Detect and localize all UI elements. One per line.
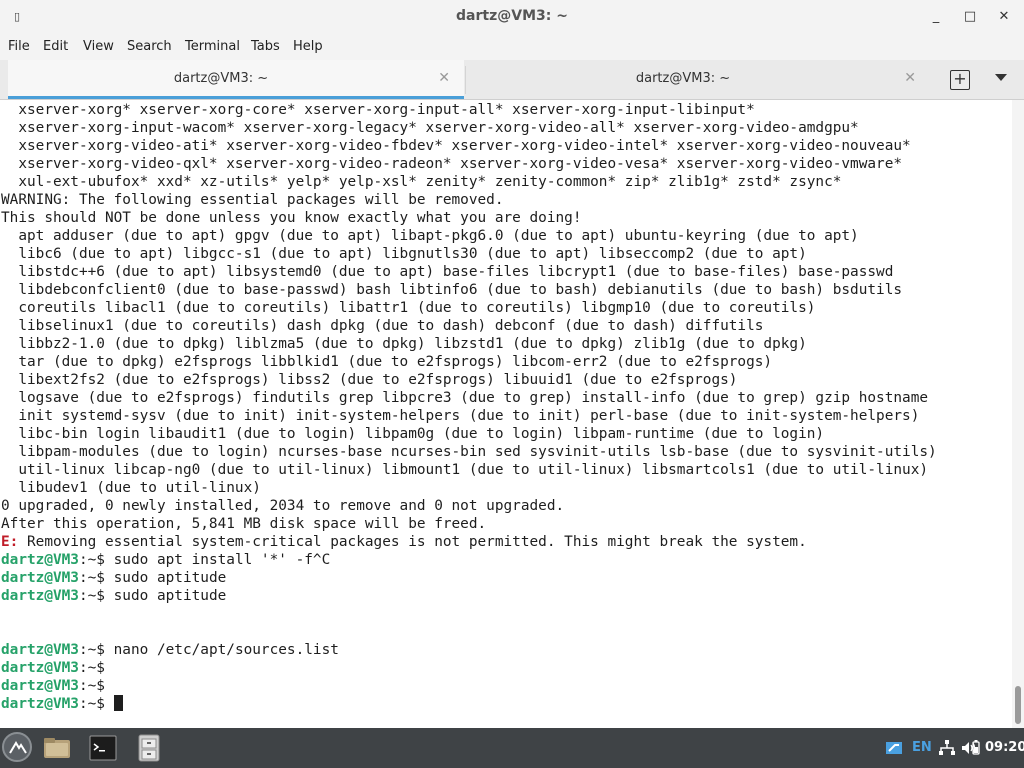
error-message: Removing essential system-critical packa… <box>18 534 807 550</box>
output-line: init systemd-sysv (due to init) init-sys… <box>1 408 920 424</box>
menu-file[interactable]: File <box>8 39 30 54</box>
prompt-line: dartz@VM3:~$ sudo aptitude <box>1 569 226 587</box>
prompt-path: :~$ <box>78 696 105 712</box>
language-indicator[interactable]: EN <box>912 740 932 755</box>
tab-list-dropdown-icon[interactable] <box>995 74 1007 81</box>
prompt-path: :~$ <box>78 588 105 604</box>
output-line: apt adduser (due to apt) gpgv (due to ap… <box>1 228 859 244</box>
file-cabinet-icon[interactable] <box>134 732 164 764</box>
prompt-line: dartz@VM3:~$ <box>1 695 123 713</box>
menu-edit[interactable]: Edit <box>43 39 68 54</box>
output-line: xserver-xorg-video-qxl* xserver-xorg-vid… <box>1 156 903 172</box>
tab-1-close-icon[interactable]: ✕ <box>438 70 450 86</box>
output-line: libc-bin login libaudit1 (due to login) … <box>1 426 825 442</box>
terminal-app-icon[interactable] <box>88 732 118 764</box>
error-prefix: E: <box>1 534 19 550</box>
output-line: xul-ext-ubufox* xxd* xz-utils* yelp* yel… <box>1 174 842 190</box>
keyboard-layout-icon[interactable] <box>884 738 904 758</box>
output-line: After this operation, 5,841 MB disk spac… <box>1 516 487 532</box>
menu-search[interactable]: Search <box>127 39 172 54</box>
output-line: libbz2-1.0 (due to dpkg) liblzma5 (due t… <box>1 336 807 352</box>
maximize-button[interactable]: □ <box>960 7 980 27</box>
output-line: coreutils libacl1 (due to coreutils) lib… <box>1 300 816 316</box>
output-line: xserver-xorg* xserver-xorg-core* xserver… <box>1 102 755 118</box>
prompt-path: :~$ <box>78 678 105 694</box>
menu-bar: File Edit View Search Terminal Tabs Help <box>0 34 1024 60</box>
prompt-path: :~$ <box>78 570 105 586</box>
tab-2-close-icon[interactable]: ✕ <box>904 70 916 86</box>
menu-help[interactable]: Help <box>293 39 323 54</box>
prompt-path: :~$ <box>78 660 105 676</box>
files-folder-icon[interactable] <box>42 732 72 764</box>
output-line: libdebconfclient0 (due to base-passwd) b… <box>1 282 903 298</box>
network-icon[interactable] <box>938 739 956 757</box>
output-line: util-linux libcap-ng0 (due to util-linux… <box>1 462 929 478</box>
error-line: E: Removing essential system-critical pa… <box>1 533 807 551</box>
prompt-user: dartz@VM3 <box>1 678 79 694</box>
scrollbar-thumb[interactable] <box>1015 686 1021 724</box>
prompt-user: dartz@VM3 <box>1 660 79 676</box>
output-line: logsave (due to e2fsprogs) findutils gre… <box>1 390 929 406</box>
menu-tabs[interactable]: Tabs <box>251 39 280 54</box>
command-text: sudo aptitude <box>104 570 227 586</box>
text-cursor <box>113 695 123 711</box>
command-text: nano /etc/apt/sources.list <box>104 642 339 658</box>
prompt-path: :~$ <box>78 642 105 658</box>
app-menu-icon[interactable] <box>2 732 32 762</box>
output-line: libpam-modules (due to login) ncurses-ba… <box>1 444 937 460</box>
window-title: dartz@VM3: ~ <box>456 8 568 24</box>
prompt-user: dartz@VM3 <box>1 588 79 604</box>
tab-2-label: dartz@VM3: ~ <box>635 71 731 86</box>
terminal-scrollbar[interactable] <box>1012 100 1024 728</box>
taskbar <box>0 728 1024 768</box>
tab-1-label: dartz@VM3: ~ <box>173 71 269 86</box>
new-tab-icon[interactable]: + <box>950 70 970 90</box>
output-line: 0 upgraded, 0 newly installed, 2034 to r… <box>1 498 565 514</box>
prompt-user: dartz@VM3 <box>1 642 79 658</box>
prompt-line: dartz@VM3:~$ nano /etc/apt/sources.list <box>1 641 339 659</box>
output-line: libext2fs2 (due to e2fsprogs) libss2 (du… <box>1 372 738 388</box>
output-line: tar (due to dpkg) e2fsprogs libblkid1 (d… <box>1 354 773 370</box>
clock[interactable]: 09:20 <box>985 740 1024 755</box>
tab-1[interactable]: dartz@VM3: ~ ✕ <box>8 60 464 99</box>
output-line: This should NOT be done unless you know … <box>1 210 582 226</box>
output-line: xserver-xorg-video-ati* xserver-xorg-vid… <box>1 138 911 154</box>
menu-view[interactable]: View <box>83 39 114 54</box>
prompt-path: :~$ <box>78 552 105 568</box>
menu-terminal[interactable]: Terminal <box>185 39 240 54</box>
output-line: xserver-xorg-input-wacom* xserver-xorg-l… <box>1 120 859 136</box>
output-line: libselinux1 (due to coreutils) dash dpkg… <box>1 318 764 334</box>
prompt-line: dartz@VM3:~$ <box>1 677 105 695</box>
prompt-user: dartz@VM3 <box>1 696 79 712</box>
minimize-button[interactable]: _ <box>926 7 946 27</box>
prompt-line: dartz@VM3:~$ <box>1 659 105 677</box>
prompt-line: dartz@VM3:~$ sudo aptitude <box>1 587 226 605</box>
tab-bar: dartz@VM3: ~ ✕ dartz@VM3: ~ ✕ <box>0 60 1024 100</box>
command-text: sudo apt install '*' -f^C <box>104 552 331 568</box>
output-line: WARNING: The following essential package… <box>1 192 504 208</box>
prompt-line: dartz@VM3:~$ sudo apt install '*' -f^C <box>1 551 330 569</box>
title-bar: ▯ dartz@VM3: ~ _ □ ✕ <box>0 0 1024 34</box>
prompt-user: dartz@VM3 <box>1 570 79 586</box>
power-icon[interactable] <box>970 739 982 757</box>
command-text: sudo aptitude <box>104 588 227 604</box>
output-line: libstdc++6 (due to apt) libsystemd0 (due… <box>1 264 894 280</box>
terminal-output[interactable]: xserver-xorg* xserver-xorg-core* xserver… <box>0 100 1012 728</box>
close-button[interactable]: ✕ <box>994 7 1014 27</box>
output-line: libc6 (due to apt) libgcc-s1 (due to apt… <box>1 246 807 262</box>
prompt-user: dartz@VM3 <box>1 552 79 568</box>
tab-2[interactable]: dartz@VM3: ~ ✕ <box>466 60 930 99</box>
output-line: libudev1 (due to util-linux) <box>1 480 261 496</box>
